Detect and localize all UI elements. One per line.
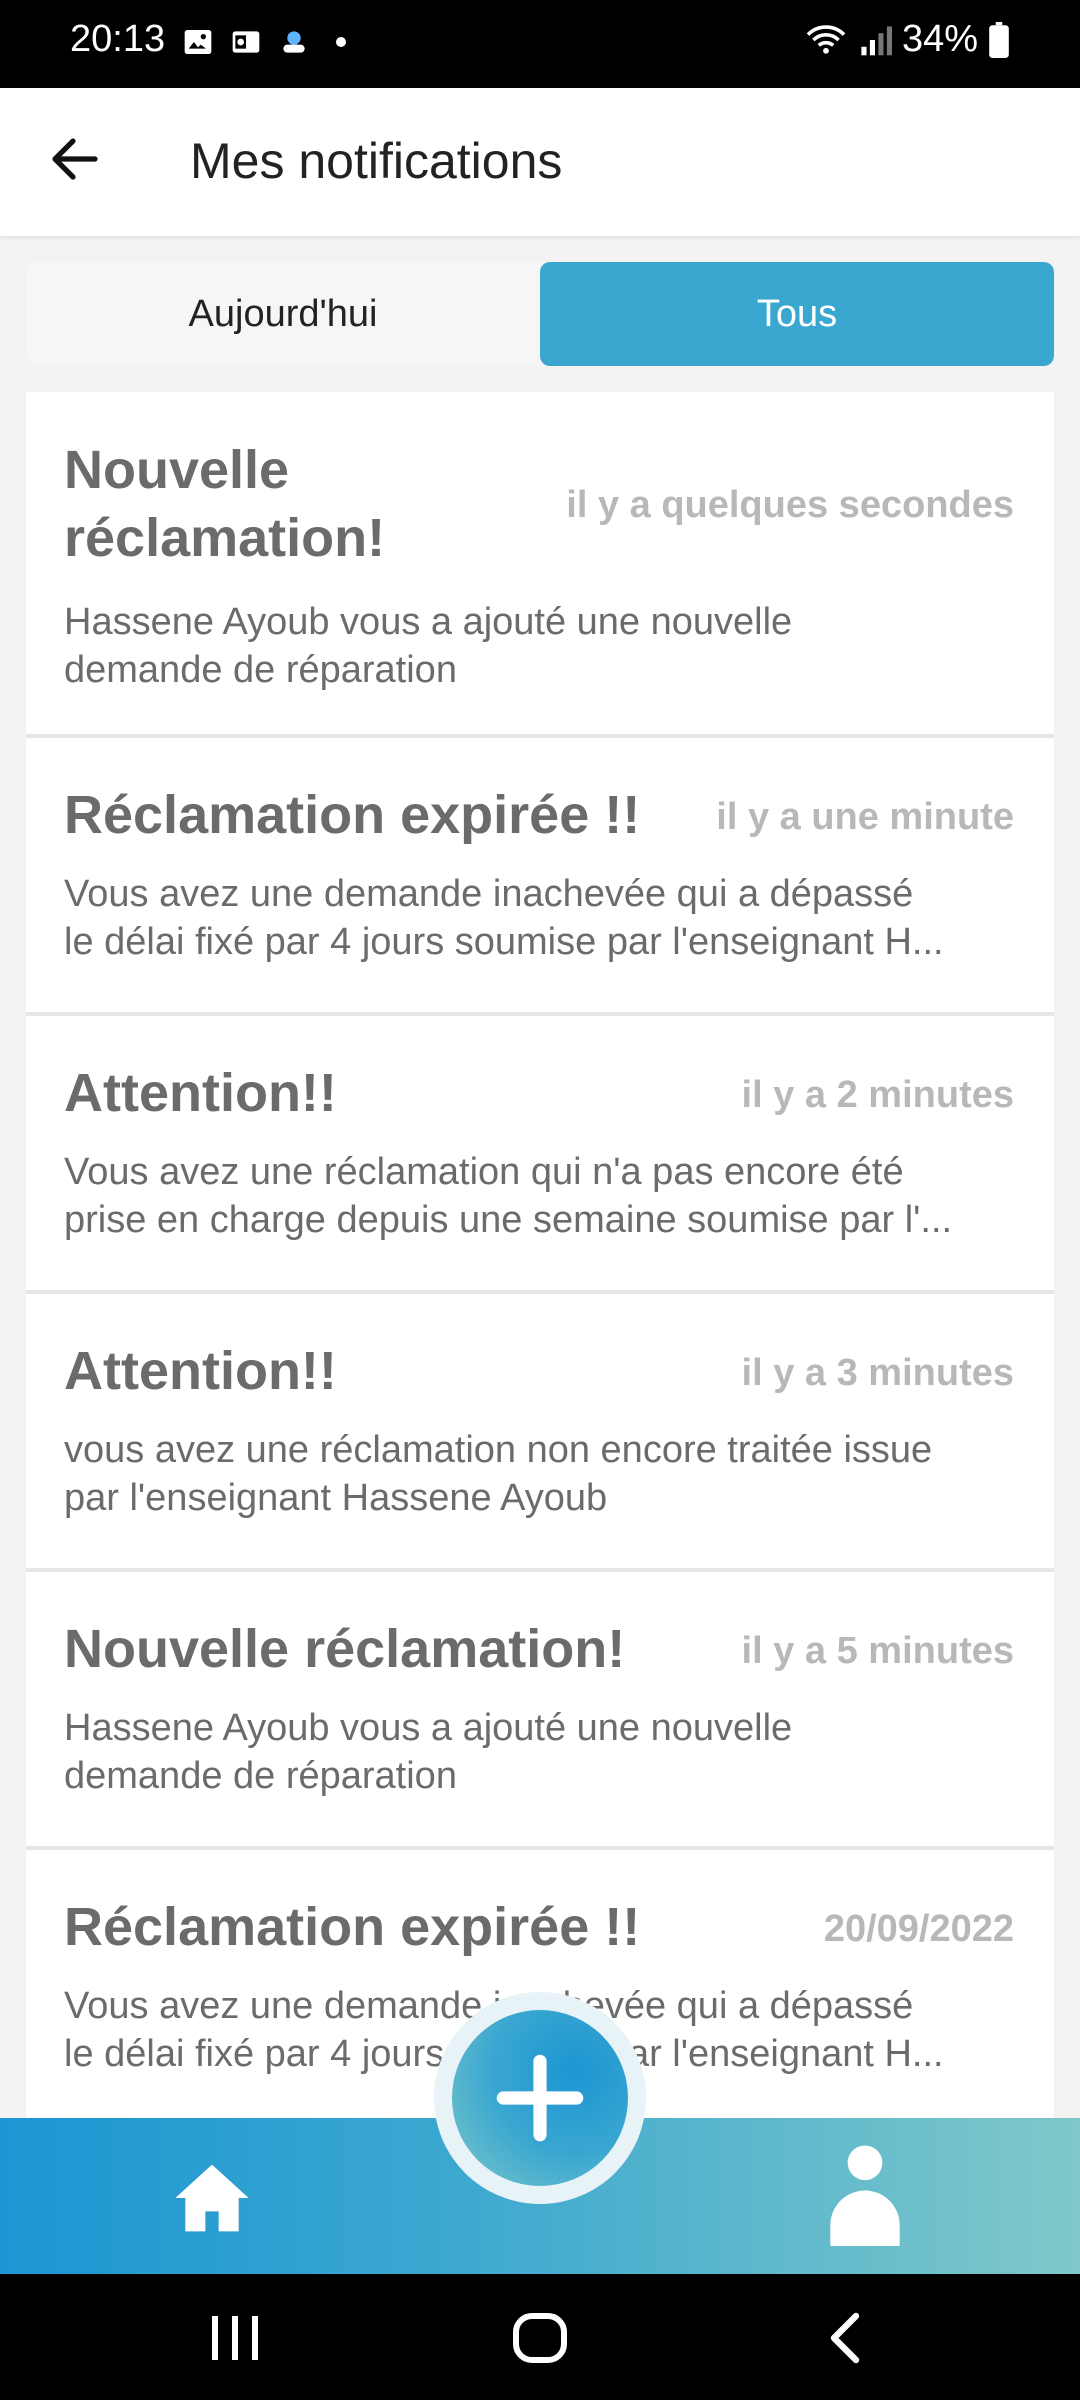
add-button-ring: [434, 1992, 646, 2204]
system-navigation-bar: [0, 2274, 1080, 2400]
notification-title: Nouvelle réclamation!: [64, 1619, 626, 1679]
plus-icon: [496, 2054, 584, 2142]
notification-time: 20/09/2022: [823, 1908, 1014, 1950]
notification-title: Attention!!: [64, 1341, 337, 1401]
status-system-icons: 34%: [804, 18, 1010, 61]
status-time: 20:13: [70, 18, 166, 60]
app-bar: Mes notifications: [0, 88, 1080, 236]
dot-icon: [336, 37, 346, 47]
cloud-icon: [283, 31, 305, 53]
segmented-tabs: Aujourd'hui Tous: [26, 262, 1054, 366]
notification-body: Vous avez une réclamation qui n'a pas en…: [64, 1151, 953, 1241]
outlook-icon: [232, 31, 260, 53]
notification-title: Nouvelle réclamation!: [64, 440, 386, 568]
battery-icon: [989, 21, 1009, 58]
add-button[interactable]: [452, 2010, 628, 2186]
home-icon[interactable]: [172, 2160, 252, 2236]
notification-item[interactable]: Nouvelle réclamation! il y a 5 minutes H…: [26, 1572, 1054, 1850]
notification-title: Réclamation expirée !!: [64, 1897, 641, 1957]
notification-list[interactable]: Nouvelle réclamation! il y a quelques se…: [26, 392, 1054, 2122]
home-circle-icon[interactable]: [510, 2312, 570, 2364]
signal-icon: [861, 25, 892, 55]
notification-time: il y a 5 minutes: [741, 1630, 1014, 1672]
battery-percent: 34%: [901, 18, 978, 60]
arrow-left-icon: [52, 138, 98, 180]
page-title: Mes notifications: [190, 133, 563, 189]
notification-title: Attention!!: [64, 1063, 337, 1123]
notification-title: Réclamation expirée !!: [64, 785, 641, 845]
status-notification-icons: [182, 26, 346, 58]
notification-time: il y a quelques secondes: [566, 484, 1014, 526]
notification-body: Vous avez une demande inachevée qui a dé…: [64, 873, 944, 963]
notification-time: il y a une minute: [716, 796, 1014, 838]
notification-item[interactable]: Attention!! il y a 2 minutes Vous avez u…: [26, 1016, 1054, 1294]
tab-today[interactable]: Aujourd'hui: [26, 262, 540, 366]
notification-body: Hassene Ayoub vous a ajouté une nouvelle…: [64, 601, 793, 691]
image-icon: [184, 30, 212, 54]
profile-icon[interactable]: [830, 2142, 900, 2246]
notification-time: il y a 3 minutes: [741, 1352, 1014, 1394]
notification-time: il y a 2 minutes: [741, 1074, 1014, 1116]
notification-item[interactable]: Réclamation expirée !! il y a une minute…: [26, 738, 1054, 1016]
status-bar: 20:13 34%: [0, 0, 1080, 88]
back-chevron-icon[interactable]: [816, 2312, 876, 2364]
notification-body: Hassene Ayoub vous a ajouté une nouvelle…: [64, 1707, 793, 1797]
notification-body: vous avez une réclamation non encore tra…: [64, 1429, 933, 1519]
back-button[interactable]: [40, 124, 110, 194]
notification-item[interactable]: Attention!! il y a 3 minutes vous avez u…: [26, 1294, 1054, 1572]
wifi-icon: [806, 24, 846, 54]
tab-all[interactable]: Tous: [540, 262, 1054, 366]
notification-item[interactable]: Nouvelle réclamation! il y a quelques se…: [26, 392, 1054, 738]
recents-icon[interactable]: [206, 2312, 266, 2364]
